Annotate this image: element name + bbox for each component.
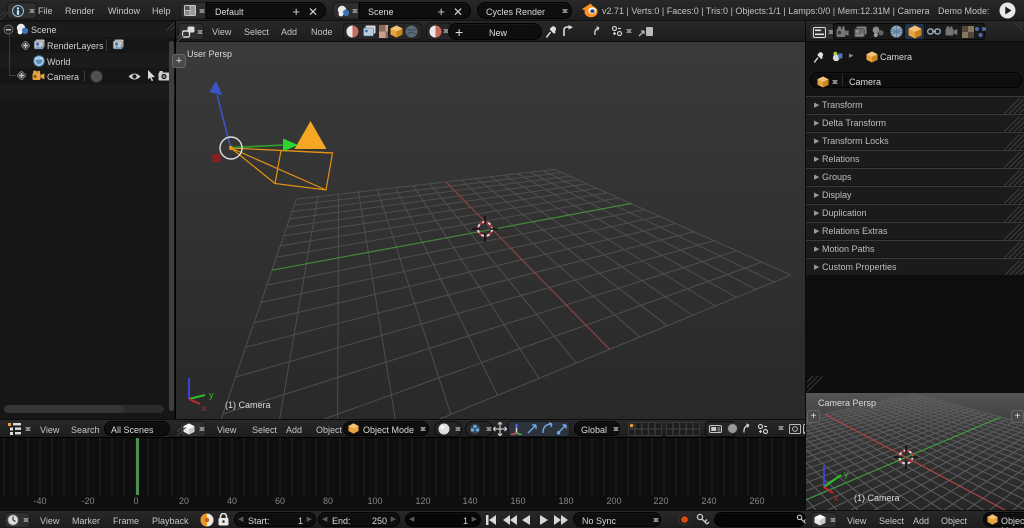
svg-text:x: x [202,403,207,413]
svg-text:-40: -40 [33,496,46,506]
svg-text:240: 240 [701,496,716,506]
svg-text:220: 220 [653,496,668,506]
svg-text:0: 0 [133,496,138,506]
svg-text:80: 80 [323,496,333,506]
svg-text:y: y [844,469,849,479]
svg-text:160: 160 [510,496,525,506]
svg-text:200: 200 [606,496,621,506]
svg-text:x: x [834,493,839,503]
svg-text:120: 120 [415,496,430,506]
svg-text:-20: -20 [81,496,94,506]
svg-text:y: y [209,390,214,400]
svg-text:180: 180 [558,496,573,506]
svg-text:40: 40 [227,496,237,506]
svg-text:260: 260 [749,496,764,506]
svg-text:60: 60 [275,496,285,506]
svg-text:100: 100 [367,496,382,506]
svg-text:20: 20 [179,496,189,506]
svg-text:140: 140 [462,496,477,506]
